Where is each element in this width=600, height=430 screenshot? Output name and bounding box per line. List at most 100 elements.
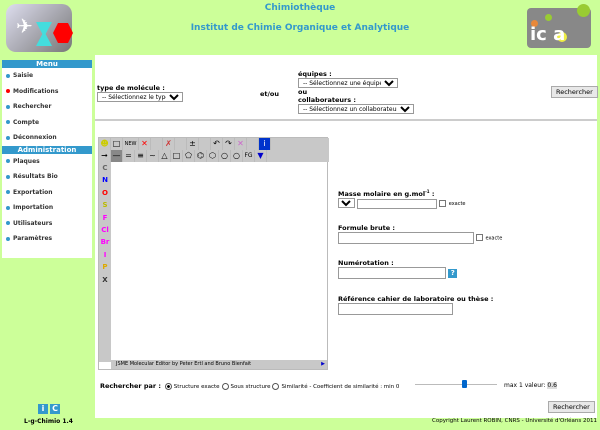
- menu-heading: Menu: [2, 60, 92, 68]
- undo-icon[interactable]: ↶: [211, 138, 223, 150]
- bullet-icon: [6, 89, 10, 93]
- slider-thumb[interactable]: [461, 380, 467, 388]
- numerotation-input[interactable]: [338, 267, 446, 279]
- double-bond-icon[interactable]: =: [123, 150, 135, 162]
- andor-label: et/ou: [260, 90, 279, 98]
- masse-operator[interactable]: =: [338, 198, 355, 209]
- sidebar: Menu Saisie Modifications Rechercher Compte…: [2, 60, 92, 258]
- collab-select[interactable]: -- Sélectionnez un collaborateur --: [298, 104, 414, 114]
- sidebar-item[interactable]: Rechercher: [2, 99, 92, 115]
- hexagon-icon[interactable]: ⬡: [207, 150, 219, 162]
- sidebar-admin-item[interactable]: Paramètres: [2, 231, 92, 247]
- jsme-editor[interactable]: ☻ □ NEW ✕ ✗ ± ↶ ↷ ✕ i ➞ — = ≡ ~ △ □ ⬠ ⌬ ⬡ ○ ○ FG…: [98, 137, 329, 370]
- atom-button[interactable]: S: [99, 199, 111, 211]
- sidebar-item-label: Saisie: [13, 72, 34, 79]
- masse-label: Masse molaire en g.mol-1 :: [338, 189, 435, 199]
- sidebar-item-label: Rechercher: [13, 103, 52, 110]
- similarity-value: 0.6: [547, 382, 557, 389]
- ou-label: ou: [298, 88, 308, 96]
- bullet-icon: [6, 73, 10, 78]
- octagon-icon[interactable]: ○: [231, 150, 243, 162]
- triangle-icon[interactable]: △: [159, 150, 171, 162]
- search-bottom-button[interactable]: Rechercher: [548, 401, 595, 413]
- bullet-icon: [6, 190, 10, 194]
- masse-exacte-checkbox[interactable]: [439, 199, 447, 207]
- help-icon[interactable]: ?: [448, 268, 458, 278]
- redo-icon[interactable]: ↷: [223, 138, 235, 150]
- sidebar-item[interactable]: Déconnexion: [2, 130, 92, 146]
- sidebar-item[interactable]: Compte: [2, 115, 92, 131]
- heptagon-icon[interactable]: ○: [219, 150, 231, 162]
- admin-heading: Administration: [2, 145, 92, 154]
- coef-label: - Coefficient de similarité : min 0: [309, 384, 400, 390]
- search-mode-radio[interactable]: [272, 383, 280, 390]
- atom-button[interactable]: X: [99, 274, 111, 286]
- arrow-icon[interactable]: ➞: [99, 150, 111, 162]
- reference-label: Référence cahier de laboratoire ou thèse…: [338, 295, 494, 303]
- search-mode-radio[interactable]: [221, 383, 229, 390]
- single-bond-icon[interactable]: —: [111, 150, 123, 162]
- delete-icon[interactable]: ✕: [139, 138, 151, 150]
- lg-chimio-logo: i C: [38, 404, 60, 414]
- max-label: max 1 valeur:: [504, 382, 546, 389]
- atom-button[interactable]: P: [99, 261, 111, 273]
- equipes-label: équipes :: [298, 70, 332, 78]
- bullet-icon: [6, 221, 10, 225]
- atom-button[interactable]: Br: [99, 236, 111, 248]
- icoa-logo: ic a: [527, 4, 591, 48]
- new-button[interactable]: NEW: [123, 138, 139, 150]
- info-icon[interactable]: i: [259, 138, 271, 150]
- play-icon[interactable]: ▶: [321, 360, 325, 369]
- masse-exacte-label: exacte: [448, 201, 466, 208]
- bullet-icon: [6, 236, 10, 241]
- search-mode-radio[interactable]: [164, 383, 172, 390]
- sidebar-item[interactable]: Modifications: [2, 84, 92, 100]
- flip-icon[interactable]: ▼: [255, 150, 267, 162]
- atom-button[interactable]: C: [99, 162, 111, 174]
- atom-button[interactable]: O: [99, 187, 111, 199]
- formule-exacte-checkbox[interactable]: [476, 234, 484, 241]
- rectangle-icon[interactable]: □: [111, 138, 123, 150]
- smiley-icon[interactable]: ☻: [99, 138, 111, 150]
- square-icon[interactable]: □: [171, 150, 183, 162]
- type-select[interactable]: -- Sélectionnez le type --: [97, 92, 183, 102]
- sidebar-item[interactable]: Saisie: [2, 68, 92, 84]
- formule-input[interactable]: [338, 232, 474, 244]
- sidebar-item-label: Déconnexion: [13, 134, 57, 141]
- pentagon-icon[interactable]: ⬠: [183, 150, 195, 162]
- masse-input[interactable]: [357, 198, 438, 209]
- atom-button[interactable]: I: [99, 249, 111, 261]
- sidebar-admin-item[interactable]: Utilisateurs: [2, 216, 92, 232]
- atom-button[interactable]: N: [99, 174, 111, 186]
- triple-bond-icon[interactable]: ≡: [135, 150, 147, 162]
- editor-credit: JSME Molecular Editor by Peter Ertl and …: [116, 361, 252, 367]
- sidebar-admin-item[interactable]: Exportation: [2, 185, 92, 201]
- sidebar-item-label: Importation: [13, 204, 54, 211]
- bullet-icon: [6, 159, 10, 163]
- similarity-slider[interactable]: [415, 380, 497, 388]
- charge-icon[interactable]: ±: [187, 138, 199, 150]
- bullet-icon: [6, 205, 10, 210]
- sidebar-admin-item[interactable]: Importation: [2, 200, 92, 216]
- bullet-icon: [6, 174, 10, 179]
- search-top-button[interactable]: Rechercher: [551, 86, 598, 98]
- reference-input[interactable]: [338, 303, 453, 315]
- atom-palette: C N O S F Cl Br I P X: [99, 162, 111, 362]
- editor-toolbar-bonds: ➞ — = ≡ ~ △ □ ⬠ ⌬ ⬡ ○ ○ FG ▼: [99, 150, 329, 162]
- fg-button[interactable]: FG: [243, 150, 255, 162]
- delete-r-icon[interactable]: ✗: [163, 138, 175, 150]
- sidebar-admin-item[interactable]: Résultats Bio: [2, 169, 92, 185]
- clear-icon[interactable]: ✕: [235, 138, 247, 150]
- editor-footer: JSME Molecular Editor by Peter Ertl and …: [111, 360, 327, 369]
- sidebar-item-label: Utilisateurs: [13, 219, 53, 227]
- formule-label: Formule brute :: [338, 224, 396, 232]
- atom-button[interactable]: Cl: [99, 224, 111, 236]
- equipes-select[interactable]: -- Sélectionnez une équipe --: [298, 78, 398, 88]
- atom-button[interactable]: F: [99, 212, 111, 224]
- sidebar-item-label: Compte: [13, 118, 40, 126]
- benzene-icon[interactable]: ⌬: [195, 150, 207, 162]
- chain-icon[interactable]: ~: [147, 150, 159, 162]
- sidebar-admin-item[interactable]: Plaques: [2, 154, 92, 170]
- sidebar-item-label: Plaques: [13, 157, 40, 165]
- search-mode-label: Similarité: [281, 384, 308, 390]
